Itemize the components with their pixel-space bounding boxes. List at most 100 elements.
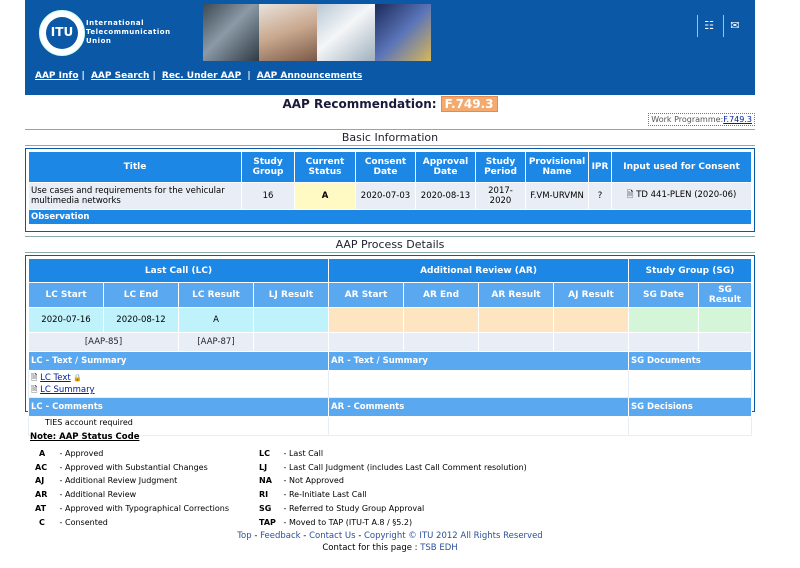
code-desc: - Consented — [59, 517, 108, 527]
header-photo — [203, 4, 259, 61]
code-desc: - Referred to Study Group Approval — [283, 503, 425, 513]
col-lc-start: LC Start — [28, 282, 104, 308]
empty-cell — [553, 332, 629, 352]
code-desc: - Additional Review — [59, 490, 137, 500]
logo-text: ITU — [50, 25, 74, 39]
status-code-item: AC - Approved with Substantial Changes — [35, 461, 229, 475]
empty-cell — [253, 332, 329, 352]
col-provisional-name: Provisional Name — [525, 151, 589, 183]
col-approval-date: Approval Date — [415, 151, 476, 183]
code-desc: - Approved with Typographical Correction… — [59, 503, 230, 513]
footer-feedback-link[interactable]: Feedback — [260, 531, 300, 541]
col-ar-end: AR End — [403, 282, 479, 308]
col-title: Title — [28, 151, 242, 183]
lc-text-links: 🗎 LC Text 🔒 🗎 LC Summary — [28, 370, 329, 398]
provisional-name-value: F.VM-URVMN — [525, 182, 589, 210]
empty-cell — [698, 332, 752, 352]
sg-documents-cell — [628, 370, 752, 398]
empty-cell — [328, 332, 404, 352]
col-ar-start: AR Start — [328, 282, 404, 308]
group-last-call: Last Call (LC) — [28, 258, 329, 283]
lj-result-value — [253, 307, 329, 333]
sitemap-icon[interactable]: ☷ — [697, 15, 720, 37]
org-line-1: International — [86, 19, 145, 27]
lc-text-summary-header: LC - Text / Summary — [28, 351, 329, 371]
process-details-heading: AAP Process Details — [25, 236, 755, 253]
footer-contact-page-link[interactable]: TSB EDH — [420, 543, 457, 553]
aap-87-link-text[interactable]: [AAP-87] — [197, 337, 234, 347]
mail-icon[interactable]: ✉ — [723, 15, 746, 37]
lc-summary-link[interactable]: LC Summary — [40, 385, 94, 395]
header-photo-strip — [203, 4, 431, 61]
sg-decisions-header: SG Decisions — [628, 397, 752, 417]
nav-rec-under-aap[interactable]: Rec. Under AAP — [162, 71, 241, 81]
code-key: AC — [35, 462, 48, 472]
status-code-item: LC - Last Call — [259, 447, 527, 461]
aap-85-link: [AAP-85] — [28, 332, 179, 352]
input-used-cell: 🗎 TD 441-PLEN (2020-06) — [611, 182, 752, 210]
col-consent-date: Consent Date — [355, 151, 416, 183]
ar-text-summary-header: AR - Text / Summary — [328, 351, 629, 371]
col-aj-result: AJ Result — [553, 282, 629, 308]
ar-end-value — [403, 307, 479, 333]
ar-comments-header: AR - Comments — [328, 397, 629, 417]
document-icon[interactable]: 🗎 — [627, 190, 634, 200]
lc-text-link[interactable]: LC Text — [40, 373, 71, 383]
code-key: AJ — [35, 476, 45, 486]
footer-top-link[interactable]: Top — [237, 531, 251, 541]
status-code-title: Note: AAP Status Code — [30, 432, 140, 442]
empty-cell — [403, 332, 479, 352]
code-desc: - Re-Initiate Last Call — [283, 490, 367, 500]
lc-end-value: 2020-08-12 — [103, 307, 179, 333]
ar-start-value — [328, 307, 404, 333]
footer-contact-link[interactable]: Contact Us — [309, 531, 355, 541]
code-key: AT — [35, 503, 47, 513]
header-photo — [259, 4, 317, 61]
ar-result-value — [478, 307, 554, 333]
recommendation-code-badge: F.749.3 — [440, 96, 498, 112]
code-desc: - Approved with Substantial Changes — [59, 462, 208, 472]
input-used-value[interactable]: TD 441-PLEN (2020-06) — [636, 190, 736, 200]
nav-aap-info[interactable]: AAP Info — [35, 71, 79, 81]
document-icon: 🗎 — [31, 373, 38, 382]
work-programme-box: Work Programme:F.749.3 — [648, 113, 755, 126]
code-key: SG — [259, 503, 272, 513]
itu-logo[interactable]: ITU — [39, 10, 85, 56]
status-code-item: AJ - Additional Review Judgment — [35, 474, 229, 488]
code-key: A — [39, 449, 46, 458]
col-lc-end: LC End — [103, 282, 179, 308]
nav-aap-search[interactable]: AAP Search — [91, 71, 150, 81]
col-ipr: IPR — [588, 151, 612, 183]
code-desc: - Last Call Judgment (includes Last Call… — [283, 462, 527, 472]
code-key: LC — [259, 449, 270, 458]
lc-comments-header: LC - Comments — [28, 397, 329, 417]
code-key: C — [39, 517, 45, 527]
status-code-item: LJ - Last Call Judgment (includes Last C… — [259, 461, 527, 475]
table-row: Use cases and requirements for the vehic… — [28, 182, 752, 210]
code-key: LJ — [259, 462, 268, 472]
group-study-group: Study Group (SG) — [628, 258, 752, 283]
status-code-item: AT - Approved with Typographical Correct… — [35, 502, 229, 516]
study-period-value: 2017-2020 — [475, 182, 526, 210]
aap-85-link-text[interactable]: [AAP-85] — [85, 337, 122, 347]
basic-info-heading: Basic Information — [25, 129, 755, 146]
header-photo — [375, 4, 431, 61]
basic-info-table: Title Study Group Current Status Consent… — [28, 151, 752, 225]
status-code-item: NA - Not Approved — [259, 474, 527, 488]
work-programme-link[interactable]: F.749.3 — [723, 115, 752, 124]
group-additional-review: Additional Review (AR) — [328, 258, 629, 283]
footer-links: Top - Feedback - Contact Us - Copyright … — [237, 531, 543, 541]
lc-start-value: 2020-07-16 — [28, 307, 104, 333]
top-nav: AAP Info | AAP Search | Rec. Under AAP | A… — [35, 71, 363, 81]
col-sg-date: SG Date — [628, 282, 699, 308]
aap-87-link: [AAP-87] — [178, 332, 254, 352]
aj-result-value — [553, 307, 629, 333]
nav-aap-announcements[interactable]: AAP Announcements — [257, 71, 362, 81]
ar-text-summary-cell — [328, 370, 629, 398]
col-study-period: Study Period — [475, 151, 526, 183]
current-status-value: A — [294, 182, 356, 210]
ipr-value[interactable]: ? — [588, 182, 612, 210]
observation-bar: Observation — [28, 209, 752, 225]
empty-cell — [628, 332, 699, 352]
status-code-item: AR - Additional Review — [35, 488, 229, 502]
